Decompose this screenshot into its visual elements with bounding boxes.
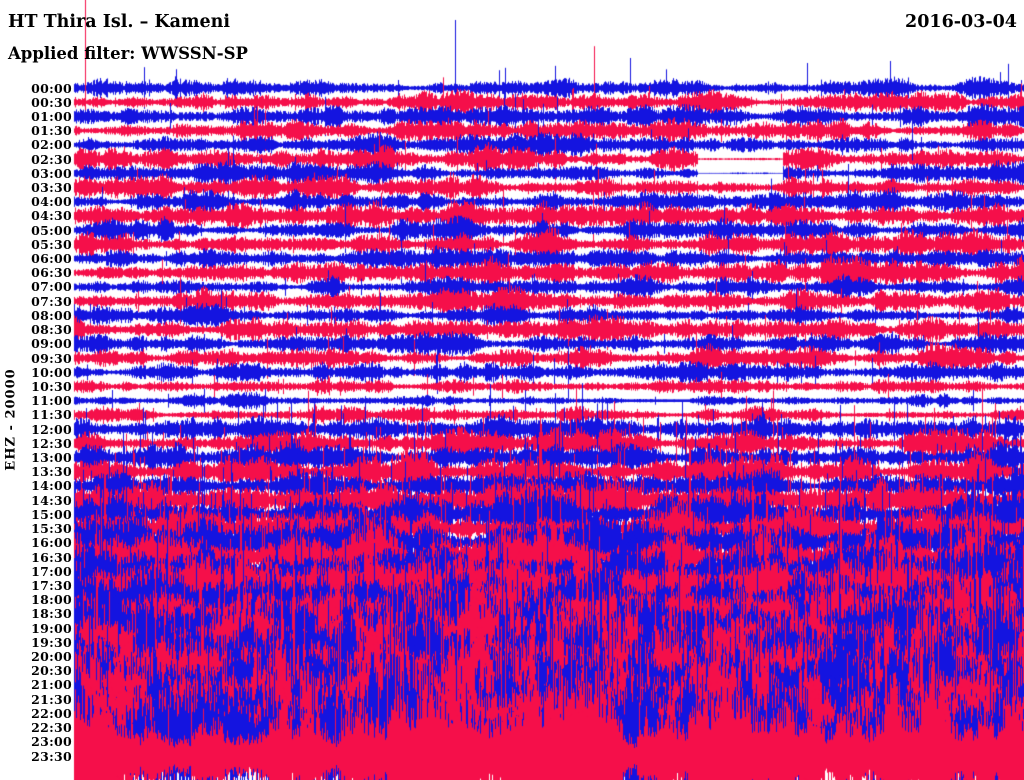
time-label: 07:00 bbox=[31, 279, 72, 295]
date-label: 2016-03-04 bbox=[905, 12, 1017, 32]
time-label: 13:00 bbox=[31, 450, 72, 466]
time-label: 04:30 bbox=[31, 208, 72, 224]
time-label: 06:00 bbox=[31, 251, 72, 267]
time-label: 00:00 bbox=[31, 80, 72, 96]
time-label: 12:00 bbox=[31, 421, 72, 437]
time-label: 18:00 bbox=[31, 592, 72, 608]
time-label: 10:30 bbox=[31, 378, 72, 394]
time-label: 03:00 bbox=[31, 165, 72, 181]
time-label: 19:00 bbox=[31, 620, 72, 636]
time-label: 21:30 bbox=[31, 691, 72, 707]
time-label: 19:30 bbox=[31, 634, 72, 650]
time-label: 20:00 bbox=[31, 649, 72, 665]
time-label: 23:30 bbox=[31, 748, 72, 764]
time-label: 23:00 bbox=[31, 734, 72, 750]
time-axis: 00:00 00:30 01:00 01:30 02:00 02:30 03:00 03:30… bbox=[0, 0, 72, 780]
time-label: 15:00 bbox=[31, 506, 72, 522]
time-label: 05:30 bbox=[31, 236, 72, 252]
time-label: 11:30 bbox=[31, 407, 72, 423]
time-label: 14:30 bbox=[31, 492, 72, 508]
time-label: 01:30 bbox=[31, 123, 72, 139]
time-label: 10:00 bbox=[31, 364, 72, 380]
time-label: 17:30 bbox=[31, 577, 72, 593]
time-label: 00:30 bbox=[31, 94, 72, 110]
helicorder-canvas bbox=[0, 0, 1024, 780]
time-label: 13:30 bbox=[31, 464, 72, 480]
time-label: 07:30 bbox=[31, 293, 72, 309]
time-label: 16:30 bbox=[31, 549, 72, 565]
time-label: 14:00 bbox=[31, 478, 72, 494]
time-label: 04:00 bbox=[31, 194, 72, 210]
time-label: 17:00 bbox=[31, 563, 72, 579]
time-label: 09:00 bbox=[31, 336, 72, 352]
time-label: 08:00 bbox=[31, 307, 72, 323]
time-label: 22:00 bbox=[31, 705, 72, 721]
time-label: 08:30 bbox=[31, 322, 72, 338]
time-label: 02:00 bbox=[31, 137, 72, 153]
time-label: 20:30 bbox=[31, 663, 72, 679]
time-label: 16:00 bbox=[31, 535, 72, 551]
time-label: 03:30 bbox=[31, 179, 72, 195]
time-label: 09:30 bbox=[31, 350, 72, 366]
time-label: 21:00 bbox=[31, 677, 72, 693]
time-label: 02:30 bbox=[31, 151, 72, 167]
time-label: 22:30 bbox=[31, 720, 72, 736]
time-label: 15:30 bbox=[31, 521, 72, 537]
helicorder-page: HT Thira Isl. – Kameni 2016-03-04 Applie… bbox=[0, 0, 1024, 780]
time-label: 05:00 bbox=[31, 222, 72, 238]
time-label: 06:30 bbox=[31, 265, 72, 281]
time-label: 18:30 bbox=[31, 606, 72, 622]
time-label: 01:00 bbox=[31, 108, 72, 124]
time-label: 12:30 bbox=[31, 435, 72, 451]
time-label: 11:00 bbox=[31, 393, 72, 409]
